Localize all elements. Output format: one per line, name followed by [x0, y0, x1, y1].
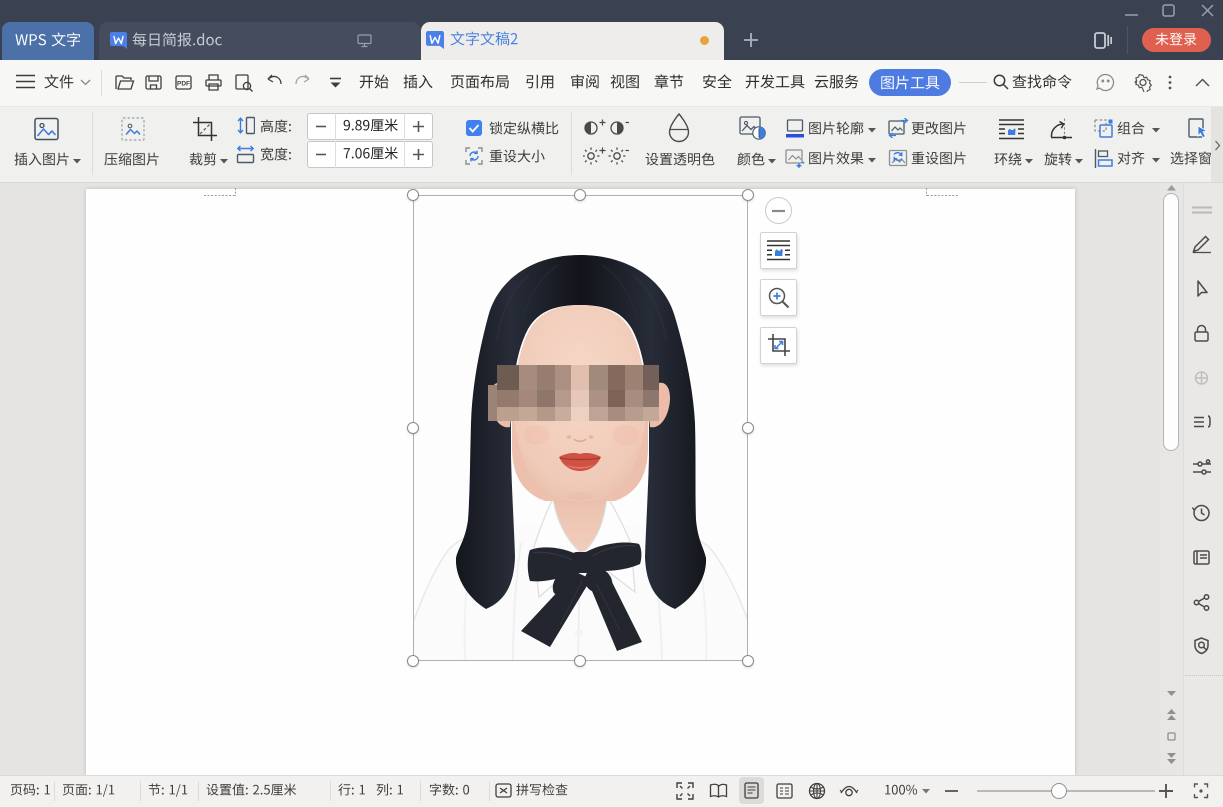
svg-text:PDF: PDF — [177, 81, 190, 88]
